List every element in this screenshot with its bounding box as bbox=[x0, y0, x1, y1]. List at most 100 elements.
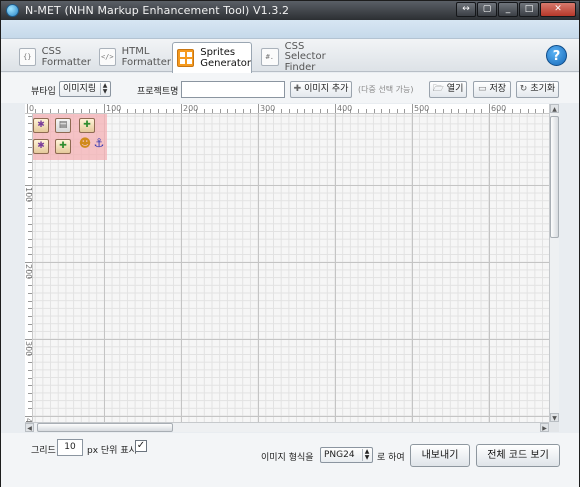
ruler-tick bbox=[358, 109, 360, 113]
title-bar: N-MET (NHN Markup Enhancement Tool) V1.3… bbox=[1, 1, 579, 20]
app-logo-icon bbox=[6, 4, 19, 17]
scroll-right-icon[interactable]: ▶ bbox=[540, 423, 549, 432]
help-icon[interactable]: ? bbox=[546, 45, 567, 66]
grid-display-checkbox[interactable]: ✓ bbox=[135, 440, 147, 452]
resize-icon[interactable]: ↔ bbox=[456, 2, 476, 17]
ruler-tick bbox=[28, 323, 32, 325]
braces-icon: {} bbox=[19, 48, 36, 66]
minimize-icon[interactable]: _ bbox=[498, 2, 518, 17]
save-button[interactable]: ▭ 저장 bbox=[473, 81, 511, 98]
view-type-select[interactable]: 이미지링 ▲ ▼ bbox=[59, 81, 111, 97]
horizontal-ruler: 0 100 200 300 400 500 600 bbox=[25, 104, 549, 114]
vertical-scrollbar[interactable]: ▲ ▼ bbox=[549, 104, 559, 422]
horizontal-scroll-thumb[interactable] bbox=[37, 423, 173, 432]
ruler-tick bbox=[42, 109, 44, 113]
ruler-tick bbox=[258, 104, 259, 113]
restore-icon[interactable]: ▢ bbox=[477, 2, 497, 17]
ruler-tick bbox=[134, 109, 136, 113]
gear-icon[interactable]: ✱ bbox=[33, 139, 49, 154]
code-tag-icon: </> bbox=[99, 48, 116, 66]
grid-size-input[interactable]: 10 bbox=[57, 439, 83, 456]
view-all-code-button[interactable]: 전체 코드 보기 bbox=[476, 444, 560, 467]
ruler-tick bbox=[96, 109, 98, 113]
ruler-tick bbox=[319, 109, 321, 113]
refresh-icon: ↻ bbox=[519, 84, 528, 94]
document-icon[interactable]: ▤ bbox=[55, 118, 71, 133]
window-controls: ↔ ▢ _ □ ✕ bbox=[456, 2, 576, 17]
tab-html-formatter[interactable]: </> HTML Formatter bbox=[95, 42, 171, 72]
sprite-canvas[interactable]: ✱ ▤ ✚ ✱ ✚ ☻ ⚓ bbox=[33, 114, 549, 422]
image-format-select[interactable]: PNG24 ▲ ▼ bbox=[320, 447, 373, 463]
ruler-tick bbox=[28, 400, 32, 402]
open-button[interactable]: 🗁 열기 bbox=[429, 81, 467, 98]
tab-sprites-generator[interactable]: Sprites Generator bbox=[172, 42, 252, 73]
ruler-tick bbox=[28, 246, 32, 248]
ruler-tick bbox=[388, 109, 390, 113]
project-name-input[interactable] bbox=[181, 81, 285, 98]
horizontal-scrollbar[interactable]: ◀ ▶ bbox=[25, 422, 549, 432]
add-green-icon[interactable]: ✚ bbox=[79, 118, 95, 133]
ruler-tick bbox=[473, 109, 475, 113]
px-unit-label: px 단위 표시 bbox=[87, 446, 137, 456]
scroll-up-icon[interactable]: ▲ bbox=[550, 104, 559, 113]
tab-label: Sprites bbox=[200, 46, 236, 58]
ruler-tick bbox=[335, 104, 336, 113]
add-green-icon[interactable]: ✚ bbox=[55, 139, 71, 154]
gear-icon[interactable]: ✱ bbox=[33, 118, 49, 133]
tab-css-formatter[interactable]: {} CSS Formatter bbox=[15, 42, 91, 72]
ruler-tick bbox=[28, 377, 32, 379]
spinner-icon: ▲ ▼ bbox=[362, 449, 371, 461]
header-strip bbox=[1, 20, 579, 39]
ruler-label: 200 bbox=[25, 264, 33, 280]
ruler-tick bbox=[234, 109, 236, 113]
tab-sublabel: Generator bbox=[200, 57, 251, 69]
ruler-tick bbox=[381, 109, 383, 113]
sprite-bounding-area: ✱ ▤ ✚ ✱ ✚ ☻ ⚓ bbox=[33, 114, 107, 160]
anchor-icon[interactable]: ⚓ bbox=[91, 137, 107, 152]
window-title: N-MET (NHN Markup Enhancement Tool) V1.3… bbox=[25, 4, 290, 17]
bottom-bar: 그리드 10 px 단위 표시 ✓ 이미지 형식을 PNG24 ▲ ▼ 로 하여 … bbox=[1, 433, 579, 487]
ruler-tick bbox=[365, 109, 367, 113]
ruler-tick bbox=[242, 109, 244, 113]
tab-label: CSS Selector bbox=[284, 40, 326, 62]
ruler-tick bbox=[28, 254, 32, 256]
ruler-tick bbox=[28, 238, 32, 240]
add-image-button[interactable]: ✚ 이미지 추가 bbox=[290, 81, 352, 98]
reset-button[interactable]: ↻ 초기화 bbox=[516, 81, 559, 98]
ruler-tick bbox=[481, 109, 483, 113]
export-button[interactable]: 내보내기 bbox=[410, 444, 470, 467]
ruler-label: 500 bbox=[414, 104, 430, 113]
ruler-label: 400 bbox=[337, 104, 353, 113]
ruler-tick bbox=[34, 109, 36, 113]
image-format-value: PNG24 bbox=[324, 450, 355, 460]
ruler-tick bbox=[250, 109, 252, 113]
ruler-tick bbox=[28, 123, 32, 125]
scroll-down-icon[interactable]: ▼ bbox=[550, 413, 559, 422]
ruler-tick bbox=[28, 215, 32, 217]
ruler-tick bbox=[28, 223, 32, 225]
ruler-tick bbox=[104, 104, 105, 113]
ruler-tick bbox=[28, 385, 32, 387]
add-image-hint: (다중 선택 가능) bbox=[358, 85, 414, 94]
tab-sublabel: Formatter bbox=[41, 56, 91, 68]
ruler-tick bbox=[73, 109, 75, 113]
ruler-tick bbox=[142, 109, 144, 113]
ruler-tick bbox=[157, 109, 159, 113]
ruler-tick bbox=[127, 109, 129, 113]
scroll-left-icon[interactable]: ◀ bbox=[25, 423, 34, 432]
vertical-scroll-thumb[interactable] bbox=[550, 116, 559, 238]
ruler-tick bbox=[512, 109, 514, 113]
ruler-tick bbox=[27, 104, 28, 113]
close-icon[interactable]: ✕ bbox=[540, 2, 576, 17]
ruler-tick bbox=[150, 109, 152, 113]
tab-sublabel: Finder bbox=[284, 61, 316, 73]
ruler-tick bbox=[542, 109, 544, 113]
maximize-icon[interactable]: □ bbox=[519, 2, 539, 17]
ruler-label: 300 bbox=[25, 341, 33, 357]
ruler-tick bbox=[28, 138, 32, 140]
vertical-ruler: 100200300400 bbox=[25, 114, 33, 422]
ruler-tick bbox=[28, 392, 32, 394]
ruler-tick bbox=[28, 161, 32, 163]
tab-css-selector-finder[interactable]: #. CSS Selector Finder bbox=[257, 40, 347, 73]
ruler-tick bbox=[450, 109, 452, 113]
